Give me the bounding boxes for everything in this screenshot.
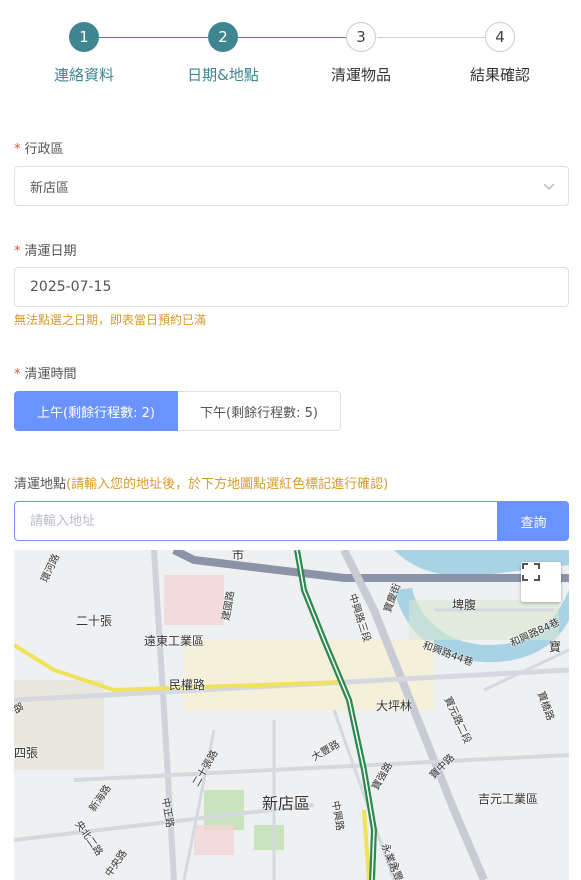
location-label-text: 清運地點 xyxy=(14,477,67,492)
location-note: (請輸入您的地址後，於下方地圖點選紅色標記進行確認) xyxy=(66,477,389,492)
progress-stepper: 1 連絡資料 2 日期&地點 3 清運物品 4 結果確認 xyxy=(14,22,569,92)
location-label: 清運地點(請輸入您的地址後，於下方地圖點選紅色標記進行確認) xyxy=(14,473,388,492)
step-3-number: 3 xyxy=(346,22,376,52)
map-label-bao-right: 寶 xyxy=(549,640,562,654)
required-mark: * xyxy=(14,244,21,259)
date-label-text: 清運日期 xyxy=(24,244,77,259)
map-label-bifu: 埤腹 xyxy=(452,598,477,612)
fullscreen-button[interactable] xyxy=(521,562,561,602)
map-view[interactable]: 市 環河路 二十張 遠東工業區 建國路 中興路三段 寶慶街 埤腹 和興路44巷 … xyxy=(14,550,569,880)
fullscreen-icon xyxy=(522,563,540,581)
map-label-minquan: 民權路 xyxy=(169,678,206,692)
map-label-yuandong: 遠東工業區 xyxy=(144,634,205,648)
map-label-jiyuan: 吉元工業區 xyxy=(478,792,539,806)
step-2-label: 日期&地點 xyxy=(187,66,259,84)
district-label-text: 行政區 xyxy=(24,142,64,157)
date-value: 2025-07-15 xyxy=(30,279,112,295)
search-button[interactable]: 查詢 xyxy=(498,501,569,541)
afternoon-slot-button[interactable]: 下午(剩餘行程數: 5) xyxy=(178,391,341,431)
step-1: 1 連絡資料 xyxy=(14,22,154,85)
date-hint: 無法點選之日期，即表當日預約已滿 xyxy=(14,313,207,327)
address-search-row: 查詢 xyxy=(14,501,569,541)
step-4: 4 結果確認 xyxy=(430,22,570,85)
required-mark: * xyxy=(14,142,21,157)
map-label-ershizhang: 二十張 xyxy=(76,614,113,628)
step-2: 2 日期&地點 xyxy=(153,22,293,85)
morning-slot-button[interactable]: 上午(剩餘行程數: 2) xyxy=(14,391,178,431)
district-value: 新店區 xyxy=(30,180,70,196)
map-label-dapinglin: 大坪林 xyxy=(376,699,413,713)
step-1-number: 1 xyxy=(69,22,99,52)
step-3-label: 清運物品 xyxy=(330,66,391,84)
district-select[interactable]: 新店區 xyxy=(14,166,569,206)
required-mark: * xyxy=(14,367,21,382)
step-2-number: 2 xyxy=(208,22,238,52)
district-label: * 行政區 xyxy=(14,138,64,157)
date-label: * 清運日期 xyxy=(14,240,77,259)
time-label-text: 清運時間 xyxy=(24,367,77,382)
step-4-number: 4 xyxy=(485,22,515,52)
map-label-xindian: 新店區 xyxy=(262,794,311,813)
map-label-sizhang: 四張 xyxy=(14,746,39,760)
date-picker[interactable]: 2025-07-15 xyxy=(14,267,569,307)
map-canvas xyxy=(14,550,569,880)
step-1-label: 連絡資料 xyxy=(53,66,114,84)
time-slot-toggle: 上午(剩餘行程數: 2) 下午(剩餘行程數: 5) xyxy=(14,391,341,431)
step-3: 3 清運物品 xyxy=(291,22,431,85)
map-label-city: 市 xyxy=(232,550,245,562)
step-4-label: 結果確認 xyxy=(469,66,530,84)
time-label: * 清運時間 xyxy=(14,363,77,382)
chevron-down-icon xyxy=(543,183,555,190)
address-input[interactable] xyxy=(14,501,498,541)
